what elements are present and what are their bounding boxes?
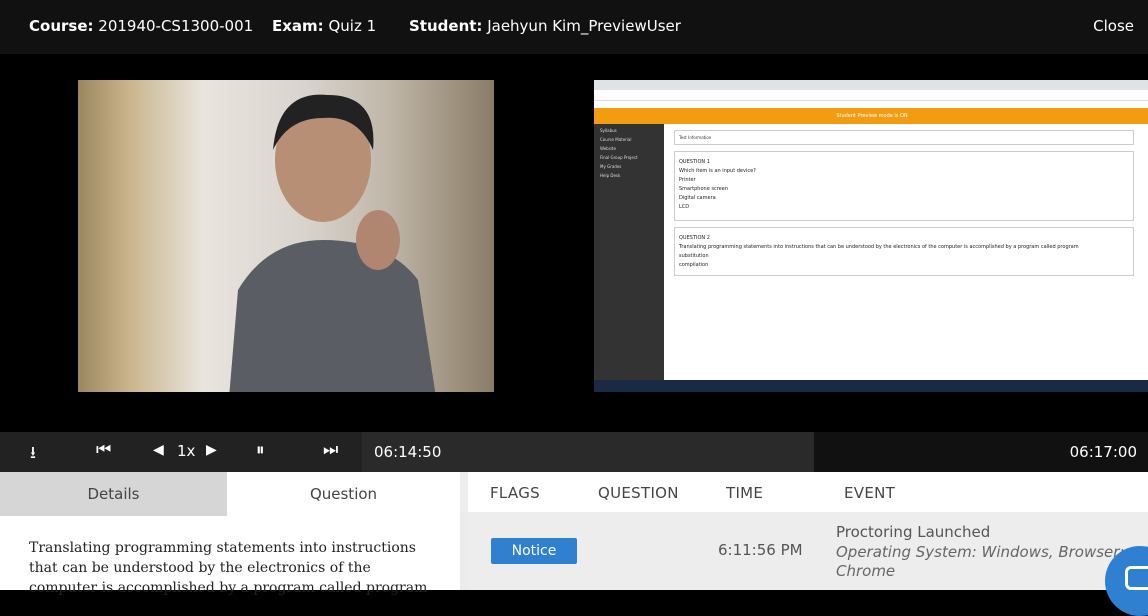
speed-down-icon[interactable]: ◀ — [153, 442, 164, 458]
course-info: Course: 201940-CS1300-001 — [29, 17, 254, 35]
header-time: TIME — [726, 484, 764, 502]
end-time: 06:17:00 — [1069, 443, 1137, 461]
pause-icon[interactable]: ⏸ — [256, 440, 265, 460]
playback-speed: 1x — [177, 442, 196, 460]
tab-question[interactable]: Question — [227, 472, 460, 516]
playback-controls: ⭳ ⏮ ◀ 1x ▶ ⏸ ⏭ 06:14:50 06:17:00 — [0, 432, 1148, 472]
test-info-box: Test Information — [674, 130, 1134, 145]
event-time: 6:11:56 PM — [718, 541, 803, 559]
event-table: FLAGS QUESTION TIME EVENT Notice 6:11:56… — [460, 472, 1148, 590]
question-2-box: QUESTION 2 Translating programming state… — [674, 227, 1134, 276]
question-panel: Translating programming statements into … — [0, 516, 460, 596]
skip-start-icon[interactable]: ⏮ — [96, 440, 111, 460]
question-1-box: QUESTION 1 Which item is an input device… — [674, 151, 1134, 221]
student-figure — [229, 94, 436, 392]
header-event: EVENT — [844, 484, 896, 502]
test-content: Test Information QUESTION 1 Which item i… — [674, 130, 1134, 374]
table-header: FLAGS QUESTION TIME EVENT — [460, 472, 1148, 512]
skip-end-icon[interactable]: ⏭ — [323, 440, 338, 460]
exam-header: Course: 201940-CS1300-001 Exam: Quiz 1 S… — [0, 0, 1148, 54]
notice-badge[interactable]: Notice — [491, 538, 577, 564]
detail-tabs: Details Question — [0, 472, 460, 516]
student-info: Student: Jaehyun Kim_PreviewUser — [409, 17, 681, 35]
browser-address-bar — [594, 90, 1148, 101]
header-flags: FLAGS — [490, 484, 540, 502]
browser-tabs — [594, 80, 1148, 90]
windows-taskbar — [594, 380, 1148, 392]
chat-icon — [1125, 566, 1148, 590]
event-title: Proctoring Launched — [836, 523, 991, 541]
exam-info: Exam: Quiz 1 — [272, 17, 377, 35]
current-time: 06:14:50 — [374, 443, 442, 461]
close-button[interactable]: Close — [1093, 17, 1134, 35]
webcam-video — [78, 80, 494, 392]
course-sidebar: Syllabus Course Material Website Final G… — [594, 124, 664, 380]
speed-up-icon[interactable]: ▶ — [206, 442, 217, 458]
preview-banner: Student Preview mode is ON — [594, 108, 1148, 124]
download-icon[interactable]: ⭳ — [30, 440, 36, 469]
tab-details[interactable]: Details — [0, 472, 227, 516]
screen-capture: Student Preview mode is ON Syllabus Cour… — [594, 80, 1148, 392]
header-question: QUESTION — [598, 484, 679, 502]
event-detail: Operating System: Windows, Browser: Chro… — [836, 543, 1125, 580]
table-row[interactable]: Notice 6:11:56 PM Proctoring Launched Op… — [468, 512, 1148, 590]
question-text: Translating programming statements into … — [29, 540, 428, 596]
